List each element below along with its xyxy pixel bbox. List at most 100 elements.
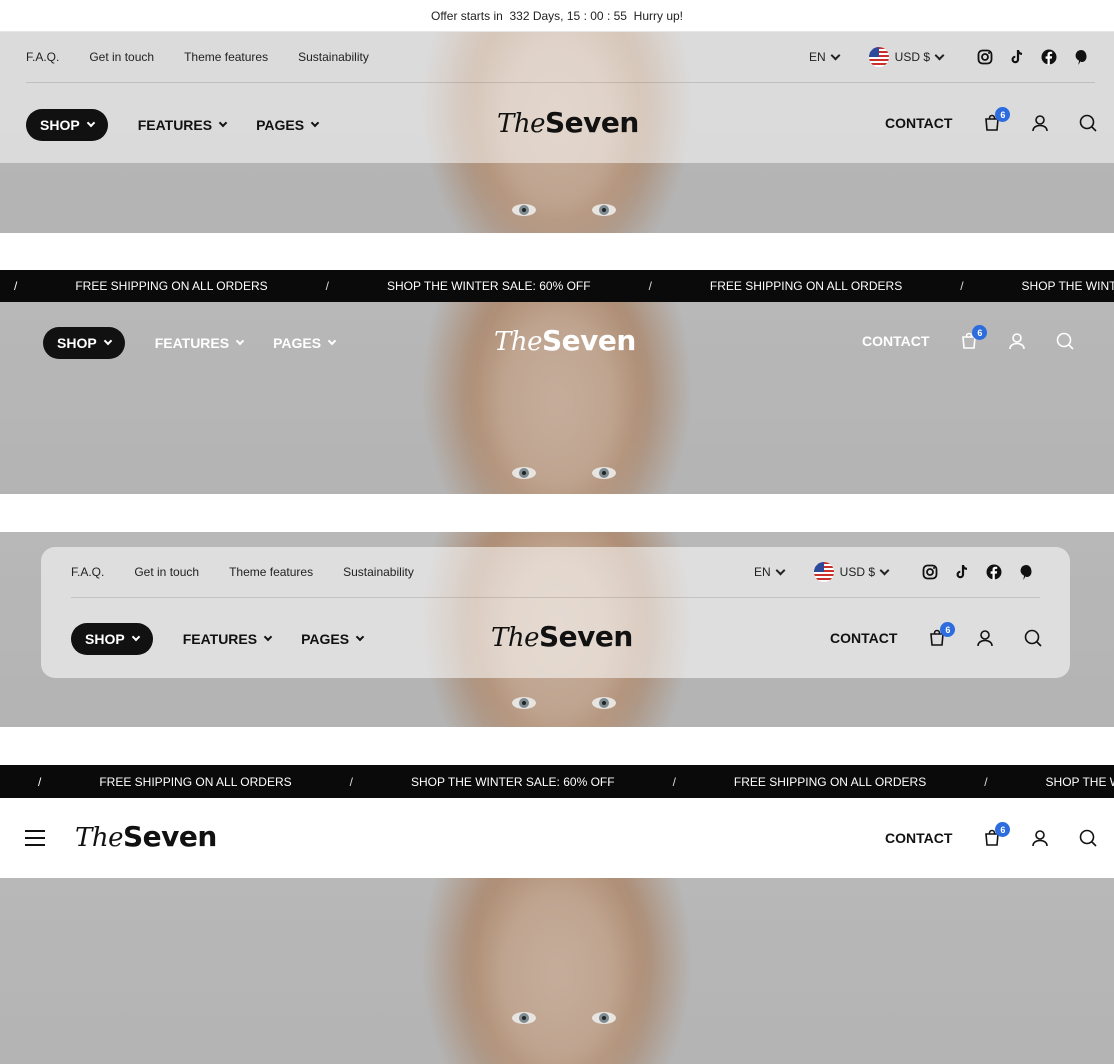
pinterest-icon[interactable]	[1018, 564, 1034, 580]
get-in-touch-link[interactable]: Get in touch	[89, 50, 154, 64]
ticker-message: SHOP THE WINTER SALE: 60% OFF	[410, 774, 615, 789]
offer-minutes: 00	[590, 8, 604, 23]
right-nav-4: CONTACT 6	[885, 822, 1098, 848]
contact-link[interactable]: CONTACT	[862, 333, 929, 349]
instagram-icon[interactable]	[922, 564, 938, 580]
us-flag-icon	[868, 47, 889, 67]
ticker-message: SHOP THE WINTE	[1045, 774, 1114, 789]
language-selector[interactable]: EN	[809, 50, 841, 64]
offer-seconds: 55	[613, 8, 627, 23]
ticker-separator: /	[38, 774, 42, 789]
language-selector[interactable]: EN	[754, 565, 786, 579]
utility-right: EN USD $	[754, 562, 1034, 582]
chevron-down-icon	[934, 50, 945, 60]
ticker-message: FREE SHIPPING ON ALL ORDERS	[709, 279, 903, 293]
currency-label: USD $	[894, 50, 931, 64]
theme-features-link[interactable]: Theme features	[184, 50, 268, 64]
currency-selector[interactable]: USD $	[813, 562, 890, 582]
faq-link[interactable]: F.A.Q.	[71, 565, 104, 579]
contact-link[interactable]: CONTACT	[830, 630, 897, 646]
ticker-separator: /	[984, 774, 988, 789]
site-logo[interactable]: TheSeven	[491, 620, 633, 653]
tiktok-icon[interactable]	[954, 564, 970, 580]
contact-link[interactable]: CONTACT	[885, 115, 952, 131]
tiktok-icon[interactable]	[1009, 49, 1025, 65]
utility-right: EN USD $	[809, 47, 1089, 67]
shop-button[interactable]: SHOP	[43, 327, 125, 359]
facebook-icon[interactable]	[986, 564, 1002, 580]
shop-button[interactable]: SHOP	[26, 109, 108, 141]
language-label: EN	[754, 565, 771, 579]
ticker-message: SHOP THE WINTER SA	[1021, 279, 1114, 293]
cart-icon[interactable]: 6	[959, 325, 988, 351]
offer-days-label: Days,	[532, 8, 564, 23]
ticker-separator: /	[672, 774, 676, 789]
chevron-down-icon	[879, 565, 890, 575]
announcement-ticker-1: / FREE SHIPPING ON ALL ORDERS / SHOP THE…	[0, 270, 1114, 302]
shop-button[interactable]: SHOP	[71, 623, 153, 655]
language-label: EN	[809, 50, 826, 64]
cart-count-badge: 6	[972, 325, 988, 340]
ticker-message: SHOP THE WINTER SALE: 60% OFF	[386, 279, 591, 293]
offer-hours: 15	[566, 8, 581, 23]
us-flag-icon	[813, 562, 834, 582]
utility-links: F.A.Q. Get in touch Theme features Susta…	[71, 565, 444, 579]
main-nav-1: SHOP FEATURES PAGES	[26, 109, 320, 141]
account-icon[interactable]	[1030, 828, 1050, 848]
ticker-message: FREE SHIPPING ON ALL ORDERS	[99, 774, 292, 789]
main-nav-3: SHOP FEATURES PAGES	[71, 623, 365, 655]
ticker-separator: /	[14, 279, 18, 293]
site-logo[interactable]: TheSeven	[75, 820, 217, 853]
currency-label: USD $	[839, 565, 876, 579]
site-logo[interactable]: TheSeven	[494, 324, 636, 357]
right-nav-1: CONTACT 6	[885, 107, 1098, 133]
pages-menu[interactable]: PAGES	[301, 631, 365, 647]
theme-features-link[interactable]: Theme features	[229, 565, 313, 579]
chevron-down-icon	[327, 336, 337, 346]
ticker-separator: /	[349, 774, 353, 789]
ticker-message: FREE SHIPPING ON ALL ORDERS	[733, 774, 927, 789]
faq-link[interactable]: F.A.Q.	[26, 50, 59, 64]
offer-prefix: Offer starts in	[430, 8, 503, 23]
chevron-down-icon	[263, 632, 273, 642]
hamburger-menu-icon[interactable]	[25, 830, 45, 846]
ticker-separator: /	[648, 279, 652, 293]
site-logo[interactable]: TheSeven	[497, 106, 639, 139]
cart-icon[interactable]: 6	[982, 822, 1011, 848]
facebook-icon[interactable]	[1041, 49, 1057, 65]
pinterest-icon[interactable]	[1073, 49, 1089, 65]
chevron-down-icon	[218, 118, 228, 128]
cart-count-badge: 6	[995, 107, 1011, 122]
chevron-down-icon	[103, 336, 112, 346]
chevron-down-icon	[310, 118, 320, 128]
instagram-icon[interactable]	[977, 49, 993, 65]
chevron-down-icon	[355, 632, 365, 642]
chevron-down-icon	[775, 565, 786, 575]
sustainability-link[interactable]: Sustainability	[298, 50, 369, 64]
get-in-touch-link[interactable]: Get in touch	[134, 565, 199, 579]
ticker-message: FREE SHIPPING ON ALL ORDERS	[75, 279, 268, 293]
offer-bar: Offer starts in 332 Days, 15 : 00 : 55 H…	[0, 0, 1114, 32]
cart-icon[interactable]: 6	[927, 622, 956, 648]
pages-menu[interactable]: PAGES	[256, 117, 320, 133]
search-icon[interactable]	[1055, 331, 1075, 351]
account-icon[interactable]	[1030, 113, 1050, 133]
features-menu[interactable]: FEATURES	[183, 631, 273, 647]
sustainability-link[interactable]: Sustainability	[343, 565, 414, 579]
features-menu[interactable]: FEATURES	[155, 335, 245, 351]
features-menu[interactable]: FEATURES	[138, 117, 228, 133]
offer-days: 332	[509, 8, 530, 23]
account-icon[interactable]	[975, 628, 995, 648]
hero-image-4	[0, 878, 1114, 1064]
account-icon[interactable]	[1007, 331, 1027, 351]
announcement-ticker-2: / FREE SHIPPING ON ALL ORDERS / SHOP THE…	[0, 765, 1114, 798]
search-icon[interactable]	[1078, 113, 1098, 133]
search-icon[interactable]	[1078, 828, 1098, 848]
main-nav-2: SHOP FEATURES PAGES	[43, 327, 337, 359]
chevron-down-icon	[235, 336, 245, 346]
search-icon[interactable]	[1023, 628, 1043, 648]
contact-link[interactable]: CONTACT	[885, 830, 952, 846]
cart-icon[interactable]: 6	[982, 107, 1011, 133]
currency-selector[interactable]: USD $	[868, 47, 945, 67]
pages-menu[interactable]: PAGES	[273, 335, 337, 351]
